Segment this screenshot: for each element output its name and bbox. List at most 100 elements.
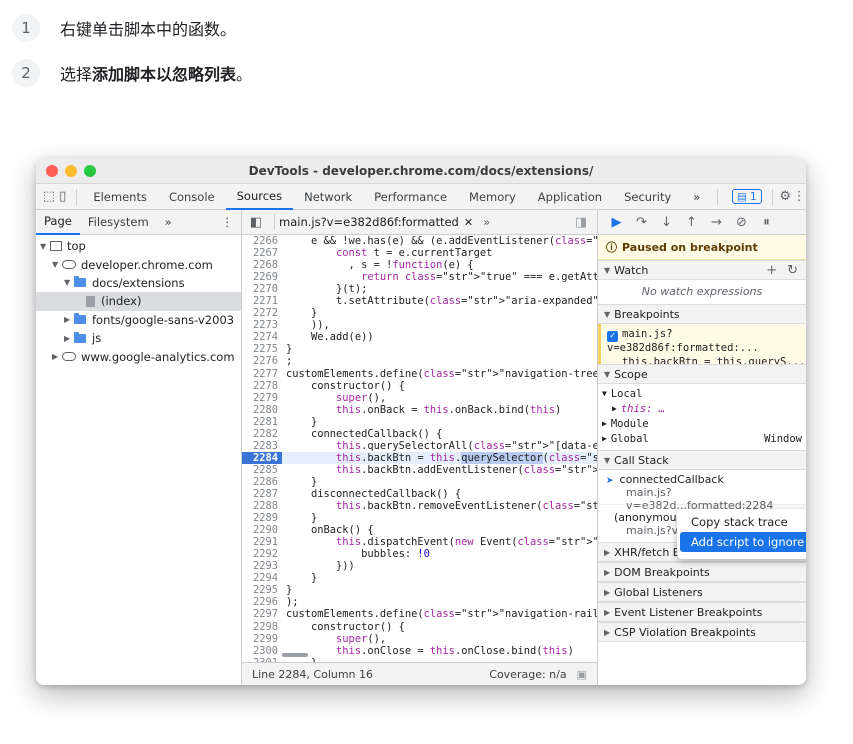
line-number[interactable]: 2282 [242, 428, 282, 440]
line-number[interactable]: 2278 [242, 380, 282, 392]
line-number[interactable]: 2293 [242, 560, 282, 572]
line-number[interactable]: 2292 [242, 548, 282, 560]
tab-security[interactable]: Security [613, 184, 682, 210]
tree-item[interactable]: ▼ developer.chrome.com [36, 255, 241, 273]
tab-console[interactable]: Console [158, 184, 226, 210]
line-number[interactable]: 2291 [242, 536, 282, 548]
line-number[interactable]: 2268 [242, 259, 282, 271]
line-number[interactable]: 2287 [242, 488, 282, 500]
toggle-navigator-icon[interactable]: ◧ [246, 212, 266, 232]
line-number[interactable]: 2271 [242, 295, 282, 307]
breakpoint-item[interactable]: ✓ main.js?v=e382d86f:formatted:... this.b… [598, 324, 806, 368]
tab-network[interactable]: Network [293, 184, 363, 210]
code-line[interactable]: 2272 } [242, 307, 597, 319]
code-line[interactable]: 2293 })) [242, 560, 597, 572]
step-over-icon[interactable]: ↷ [629, 215, 654, 230]
watch-section-header[interactable]: ▼ Watch + ↻ [598, 260, 806, 280]
code-line[interactable]: 2266 e && !we.has(e) && (e.addEventListe… [242, 235, 597, 247]
code-editor[interactable]: 2266 e && !we.has(e) && (e.addEventListe… [242, 235, 597, 662]
close-window-button[interactable] [46, 164, 58, 177]
line-number[interactable]: 2285 [242, 464, 282, 476]
issues-badge[interactable]: ▤ 1 [732, 189, 762, 204]
minimize-window-button[interactable] [65, 164, 77, 177]
line-number[interactable]: 2296 [242, 596, 282, 608]
collapsed-arrow-icon[interactable]: ▶ [64, 315, 74, 324]
step-out-icon[interactable]: ↑ [679, 215, 704, 230]
code-line[interactable]: 2295} [242, 584, 597, 596]
device-toolbar-icon[interactable]: ▯ [56, 187, 70, 207]
code-line[interactable]: 2268 , s = !function(e) { [242, 259, 597, 271]
tab-performance[interactable]: Performance [363, 184, 458, 210]
code-line[interactable]: 2289 } [242, 512, 597, 524]
code-line[interactable]: 2285 this.backBtn.addEventListener(class… [242, 464, 597, 476]
line-number[interactable]: 2279 [242, 392, 282, 404]
horizontal-scrollbar[interactable] [282, 653, 308, 657]
line-number[interactable]: 2299 [242, 633, 282, 645]
line-number[interactable]: 2288 [242, 500, 282, 512]
line-number[interactable]: 2281 [242, 416, 282, 428]
line-number[interactable]: 2274 [242, 331, 282, 343]
tree-item[interactable]: ▶ js [36, 329, 241, 347]
line-number[interactable]: 2297 [242, 608, 282, 620]
line-number[interactable]: 2284 [242, 451, 282, 464]
resume-icon[interactable]: ▶ [604, 215, 629, 230]
expanded-arrow-icon[interactable]: ▼ [64, 278, 74, 287]
tab-application[interactable]: Application [527, 184, 613, 210]
tab-sources[interactable]: Sources [225, 184, 294, 210]
kebab-menu-icon[interactable]: ⋮ [792, 187, 806, 207]
tab-elements[interactable]: Elements [82, 184, 158, 210]
code-line[interactable]: 2278 constructor() { [242, 380, 597, 392]
code-line[interactable]: 2277 customElements.define(class="str">"n… [242, 368, 597, 380]
breakpoint-checkbox[interactable]: ✓ [607, 331, 618, 342]
code-line[interactable]: 2290 onBack() { [242, 524, 597, 536]
tab-page[interactable]: Page [36, 210, 80, 235]
line-number[interactable]: 2267 [242, 247, 282, 259]
code-line[interactable]: 2271 t.setAttribute(class="str">"aria-ex… [242, 295, 597, 307]
line-number[interactable]: 2298 [242, 621, 282, 633]
line-number[interactable]: 2300 [242, 645, 282, 657]
call-stack-section-header[interactable]: ▼ Call Stack [598, 450, 806, 470]
tab-memory[interactable]: Memory [458, 184, 527, 210]
code-line[interactable]: 2269 return class="str">"true" === e.get… [242, 271, 597, 283]
code-line[interactable]: 2281 } [242, 416, 597, 428]
code-line[interactable]: 2276; [242, 355, 597, 367]
line-number[interactable]: 2266 [242, 235, 282, 247]
code-line[interactable]: 2282 connectedCallback() { [242, 428, 597, 440]
line-number[interactable]: 2276 [242, 355, 282, 367]
pause-on-exceptions-icon[interactable]: ⏸ [754, 215, 779, 230]
tab-filesystem[interactable]: Filesystem [80, 210, 157, 235]
line-number[interactable]: 2295 [242, 584, 282, 596]
expanded-arrow-icon[interactable]: ▼ [40, 242, 50, 251]
collapsed-arrow-icon[interactable]: ▶ [64, 334, 74, 343]
kebab-menu-icon[interactable]: ⋮ [214, 210, 242, 235]
step-icon[interactable]: → [704, 215, 729, 230]
code-line[interactable]: 2283 this.querySelectorAll(class="str">"… [242, 440, 597, 452]
breakpoints-section-header[interactable]: ▼ Breakpoints [598, 304, 806, 324]
toggle-debugger-icon[interactable]: ◨ [571, 212, 591, 232]
step-into-icon[interactable]: ↓ [654, 215, 679, 230]
line-number[interactable]: 2290 [242, 524, 282, 536]
expanded-arrow-icon[interactable]: ▼ [52, 260, 62, 269]
code-line[interactable]: 2294 } [242, 572, 597, 584]
copy-stack-trace-item[interactable]: Copy stack trace [680, 512, 806, 532]
code-line[interactable]: 2291 this.dispatchEvent(new Event(class=… [242, 536, 597, 548]
code-line[interactable]: 2292 bubbles: !0 [242, 548, 597, 560]
coverage-icon[interactable]: ▣ [577, 668, 587, 681]
code-line[interactable]: 2297 customElements.define(class="str">"n… [242, 608, 597, 620]
code-line[interactable]: 2274 We.add(e)) [242, 331, 597, 343]
tree-item[interactable]: ▶ fonts/google-sans-v2003 [36, 311, 241, 329]
scope-section-header[interactable]: ▼ Scope [598, 364, 806, 384]
scope-global[interactable]: ▶ Global Window [598, 431, 806, 446]
call-frame[interactable]: ➤ connectedCallback main.js?v=e382d...for… [598, 470, 806, 512]
code-line[interactable]: 2299 super(), [242, 633, 597, 645]
more-tabs-button[interactable]: » [682, 184, 711, 210]
add-script-to-ignore-list-item[interactable]: Add script to ignore list [680, 532, 806, 552]
line-number[interactable]: 2270 [242, 283, 282, 295]
maximize-window-button[interactable] [84, 164, 96, 177]
more-navigator-tabs[interactable]: » [157, 210, 180, 235]
code-line[interactable]: 2267 const t = e.currentTarget [242, 247, 597, 259]
gear-icon[interactable]: ⚙ [778, 187, 792, 207]
line-number[interactable]: 2273 [242, 319, 282, 331]
line-number[interactable]: 2283 [242, 440, 282, 452]
line-number[interactable]: 2275 [242, 343, 282, 355]
